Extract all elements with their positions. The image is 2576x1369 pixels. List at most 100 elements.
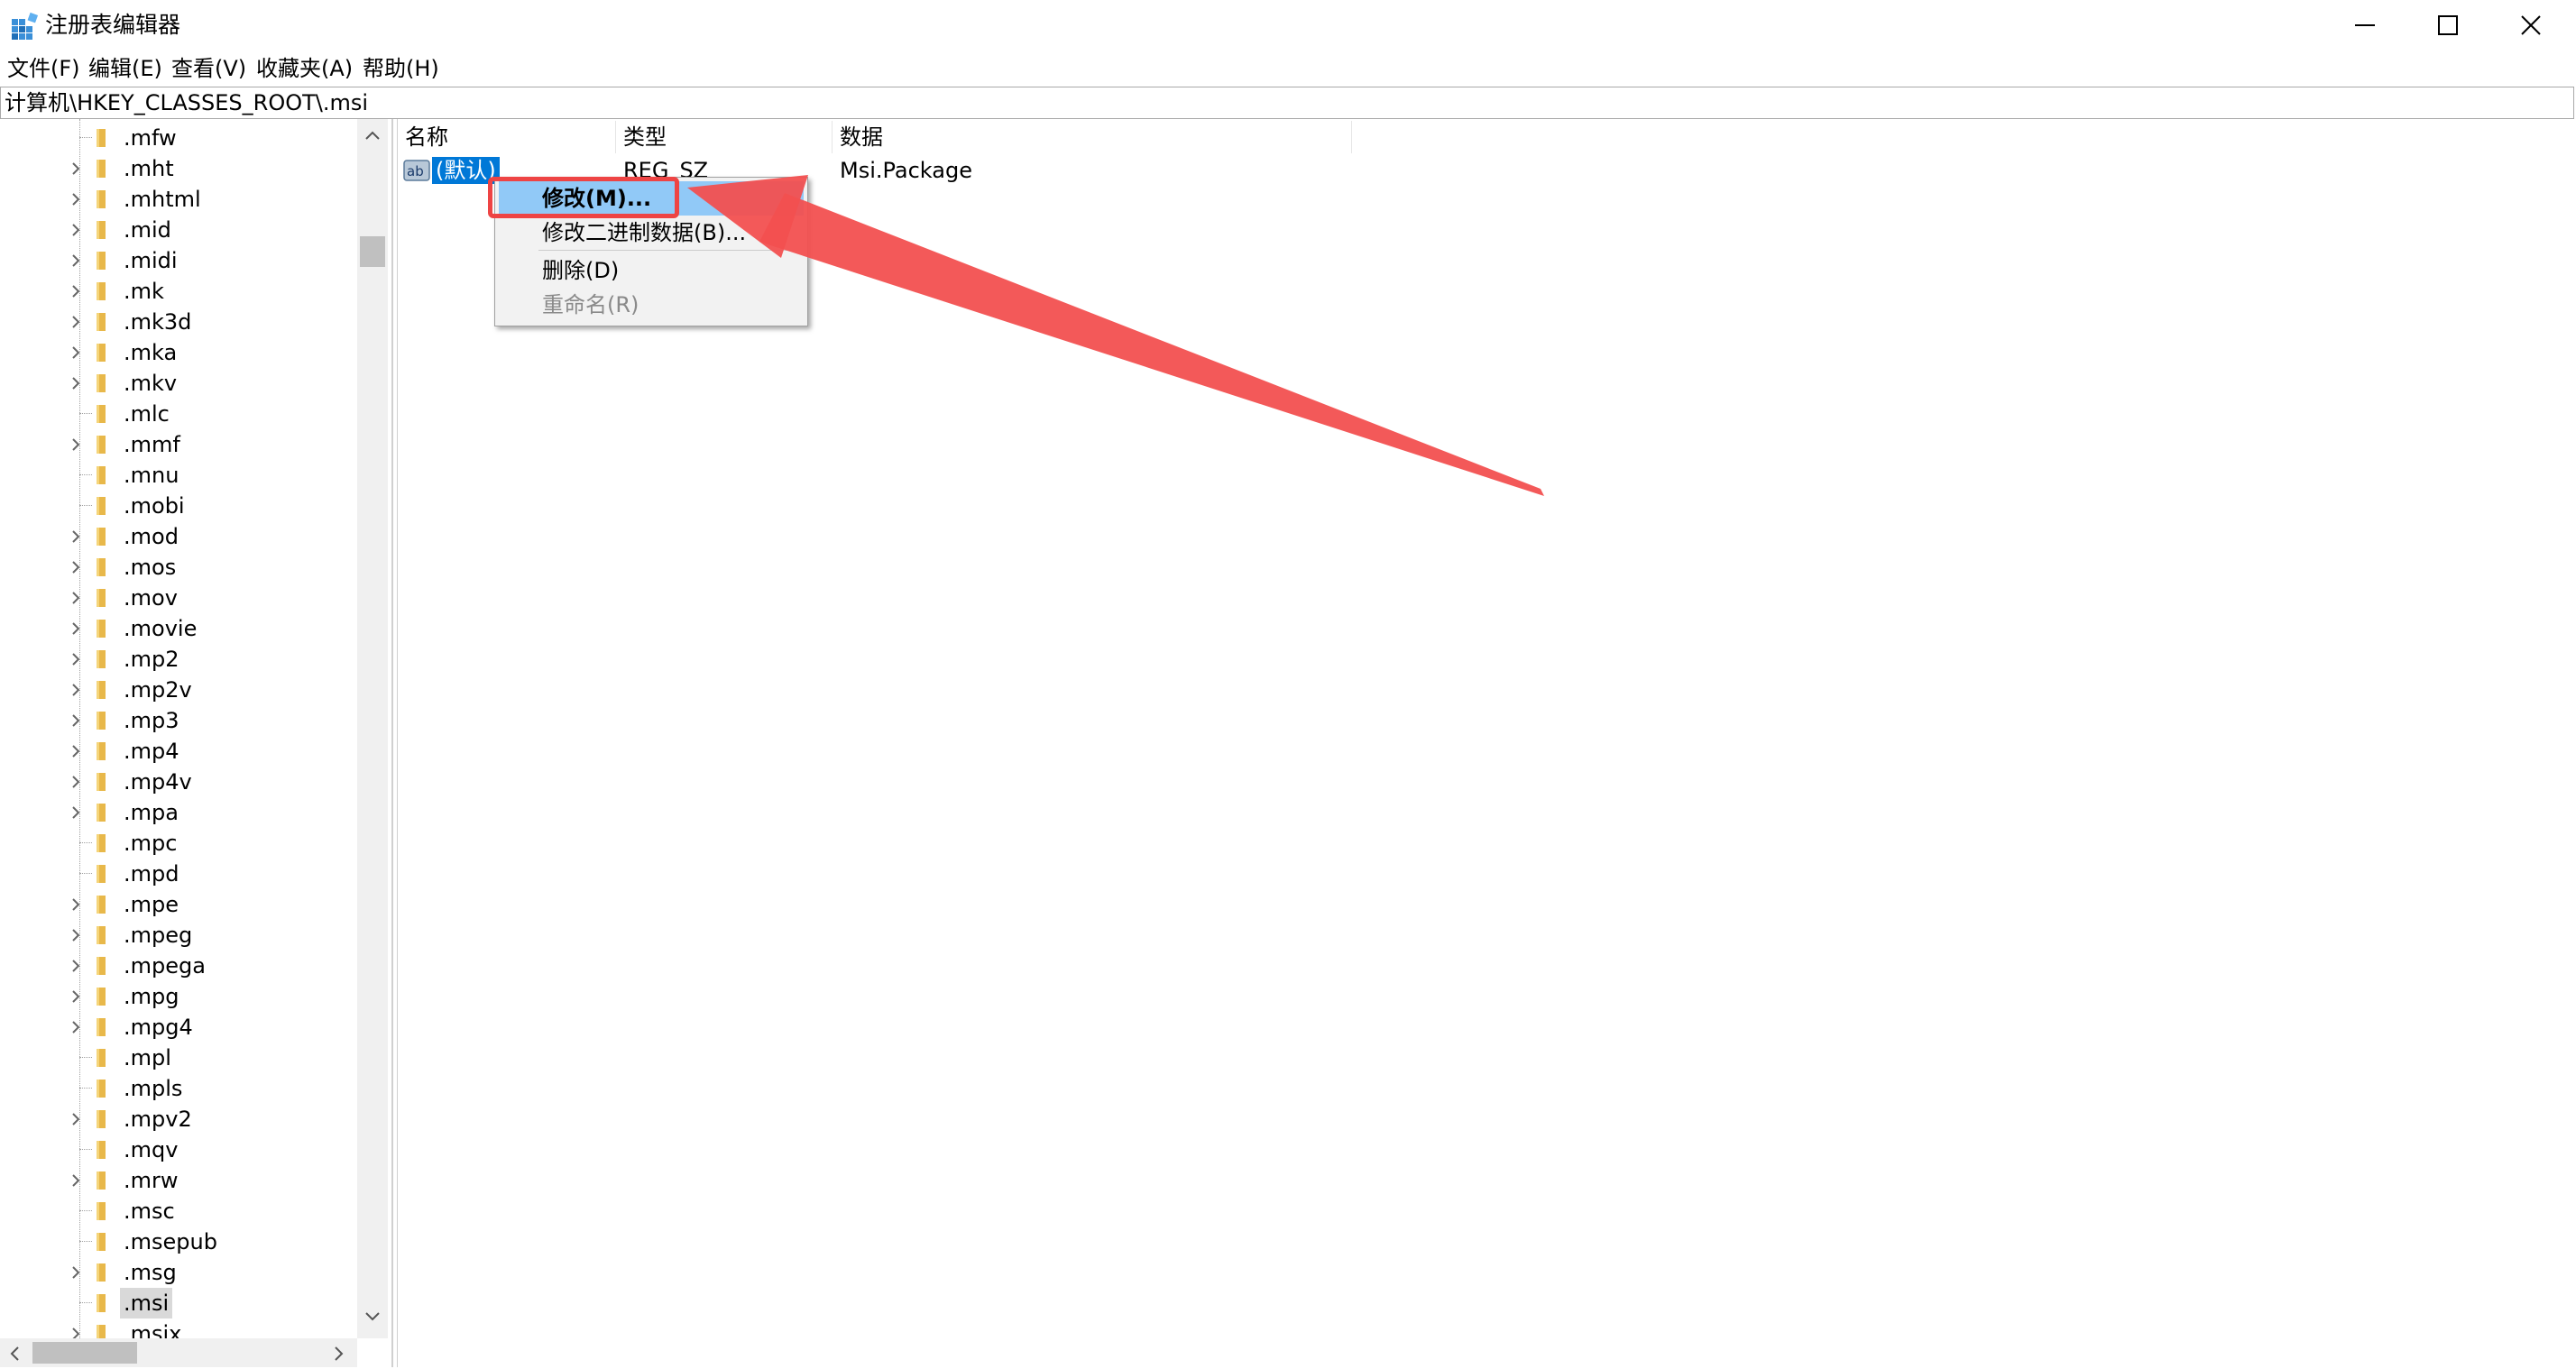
chevron-right-icon[interactable]: [69, 897, 83, 912]
address-path: 计算机\HKEY_CLASSES_ROOT\.msi: [5, 90, 369, 115]
annotation-highlight-box: [488, 177, 679, 218]
tree-item[interactable]: .mos: [0, 552, 357, 583]
tree-item[interactable]: .mlc: [0, 399, 357, 429]
tree-item[interactable]: .mka: [0, 337, 357, 368]
tree-vertical-scroll-thumb[interactable]: [360, 236, 385, 267]
chevron-right-icon[interactable]: [69, 744, 83, 758]
column-header-name[interactable]: 名称: [398, 121, 616, 153]
menu-favorites[interactable]: 收藏夹(A): [254, 54, 354, 83]
tree-item[interactable]: .mp2: [0, 644, 357, 675]
tree-item[interactable]: .mpg4: [0, 1012, 357, 1043]
tree-item[interactable]: .mov: [0, 583, 357, 613]
tree-item[interactable]: .msepub: [0, 1227, 357, 1257]
chevron-right-icon[interactable]: [69, 284, 83, 299]
tree-vertical-scrollbar[interactable]: [357, 119, 388, 1338]
tree-item[interactable]: .mod: [0, 521, 357, 552]
tree-item[interactable]: .mfw: [0, 123, 357, 153]
chevron-right-icon[interactable]: [69, 1112, 83, 1126]
tree-item[interactable]: .midi: [0, 245, 357, 276]
scroll-up-icon[interactable]: [364, 130, 381, 141]
menu-edit[interactable]: 编辑(E): [87, 54, 164, 83]
chevron-right-icon[interactable]: [69, 376, 83, 390]
tree-item[interactable]: .mpd: [0, 859, 357, 889]
scroll-left-icon[interactable]: [9, 1346, 20, 1362]
tree-item[interactable]: .msi: [0, 1288, 357, 1318]
tree-item[interactable]: .mid: [0, 215, 357, 245]
chevron-right-icon[interactable]: [69, 959, 83, 973]
chevron-right-icon[interactable]: [69, 223, 83, 237]
menu-item-delete[interactable]: 删除(D): [499, 253, 804, 288]
tree-item[interactable]: .mmf: [0, 429, 357, 460]
chevron-right-icon[interactable]: [69, 713, 83, 728]
tree-item[interactable]: .mht: [0, 153, 357, 184]
tree-item[interactable]: .mpega: [0, 951, 357, 981]
tree-horizontal-scroll-thumb[interactable]: [32, 1342, 137, 1364]
tree-item[interactable]: .mpc: [0, 828, 357, 859]
folder-icon: [97, 589, 106, 607]
tree-item[interactable]: .mnu: [0, 460, 357, 491]
chevron-right-icon[interactable]: [69, 1020, 83, 1034]
column-header-data[interactable]: 数据: [833, 121, 1352, 153]
chevron-right-icon[interactable]: [69, 591, 83, 605]
maximize-button[interactable]: [2406, 0, 2489, 51]
tree-item[interactable]: .mpg: [0, 981, 357, 1012]
menu-view[interactable]: 查看(V): [170, 54, 248, 83]
tree-item[interactable]: .mrw: [0, 1165, 357, 1196]
tree-item[interactable]: .mkv: [0, 368, 357, 399]
address-bar[interactable]: 计算机\HKEY_CLASSES_ROOT\.msi: [0, 87, 2574, 119]
chevron-right-icon[interactable]: [69, 345, 83, 360]
tree-item[interactable]: .mp4: [0, 736, 357, 767]
tree-item[interactable]: .msc: [0, 1196, 357, 1227]
tree-item[interactable]: .mp2v: [0, 675, 357, 705]
chevron-right-icon[interactable]: [69, 989, 83, 1004]
chevron-right-icon[interactable]: [69, 1265, 83, 1280]
tree-item[interactable]: .mqv: [0, 1135, 357, 1165]
tree-item[interactable]: .mp4v: [0, 767, 357, 797]
tree-guide-line: [79, 1149, 92, 1150]
tree-item[interactable]: .mpls: [0, 1073, 357, 1104]
chevron-right-icon[interactable]: [69, 192, 83, 207]
chevron-right-icon[interactable]: [69, 652, 83, 666]
tree-item[interactable]: .mhtml: [0, 184, 357, 215]
chevron-right-icon[interactable]: [69, 315, 83, 329]
chevron-right-icon[interactable]: [69, 1173, 83, 1188]
tree-item[interactable]: .msg: [0, 1257, 357, 1288]
tree-item-label: .movie: [124, 616, 198, 641]
chevron-right-icon[interactable]: [69, 805, 83, 820]
chevron-right-icon[interactable]: [69, 161, 83, 176]
menu-item-modify-binary[interactable]: 修改二进制数据(B)...: [499, 216, 804, 250]
tree-item[interactable]: .mpeg: [0, 920, 357, 951]
folder-icon: [97, 221, 106, 239]
tree-item[interactable]: .mk3d: [0, 307, 357, 337]
column-header-type[interactable]: 类型: [616, 121, 833, 153]
scroll-down-icon[interactable]: [364, 1311, 381, 1322]
menu-help[interactable]: 帮助(H): [361, 54, 441, 83]
folder-icon: [97, 1110, 106, 1128]
minimize-button[interactable]: [2323, 0, 2406, 51]
tree-item[interactable]: .mpa: [0, 797, 357, 828]
tree-item[interactable]: .mk: [0, 276, 357, 307]
tree-item[interactable]: .mp3: [0, 705, 357, 736]
chevron-right-icon[interactable]: [69, 621, 83, 636]
tree-item[interactable]: .mpl: [0, 1043, 357, 1073]
tree-guide-line: [79, 1210, 92, 1211]
scroll-right-icon[interactable]: [334, 1346, 345, 1362]
chevron-right-icon[interactable]: [69, 928, 83, 942]
folder-icon: [97, 497, 106, 515]
tree-horizontal-scrollbar[interactable]: [0, 1338, 357, 1367]
chevron-right-icon[interactable]: [69, 253, 83, 268]
tree-item-label: .mk3d: [124, 309, 192, 335]
tree-item-label: .mid: [124, 217, 171, 243]
chevron-right-icon[interactable]: [69, 560, 83, 574]
tree-item[interactable]: .movie: [0, 613, 357, 644]
chevron-right-icon[interactable]: [69, 529, 83, 544]
close-button[interactable]: [2489, 0, 2572, 51]
tree-item-label: .mpls: [124, 1076, 183, 1101]
chevron-right-icon[interactable]: [69, 437, 83, 452]
tree-item[interactable]: .mobi: [0, 491, 357, 521]
chevron-right-icon[interactable]: [69, 683, 83, 697]
chevron-right-icon[interactable]: [69, 775, 83, 789]
tree-item[interactable]: .mpe: [0, 889, 357, 920]
menu-file[interactable]: 文件(F): [5, 54, 82, 83]
tree-item[interactable]: .mpv2: [0, 1104, 357, 1135]
